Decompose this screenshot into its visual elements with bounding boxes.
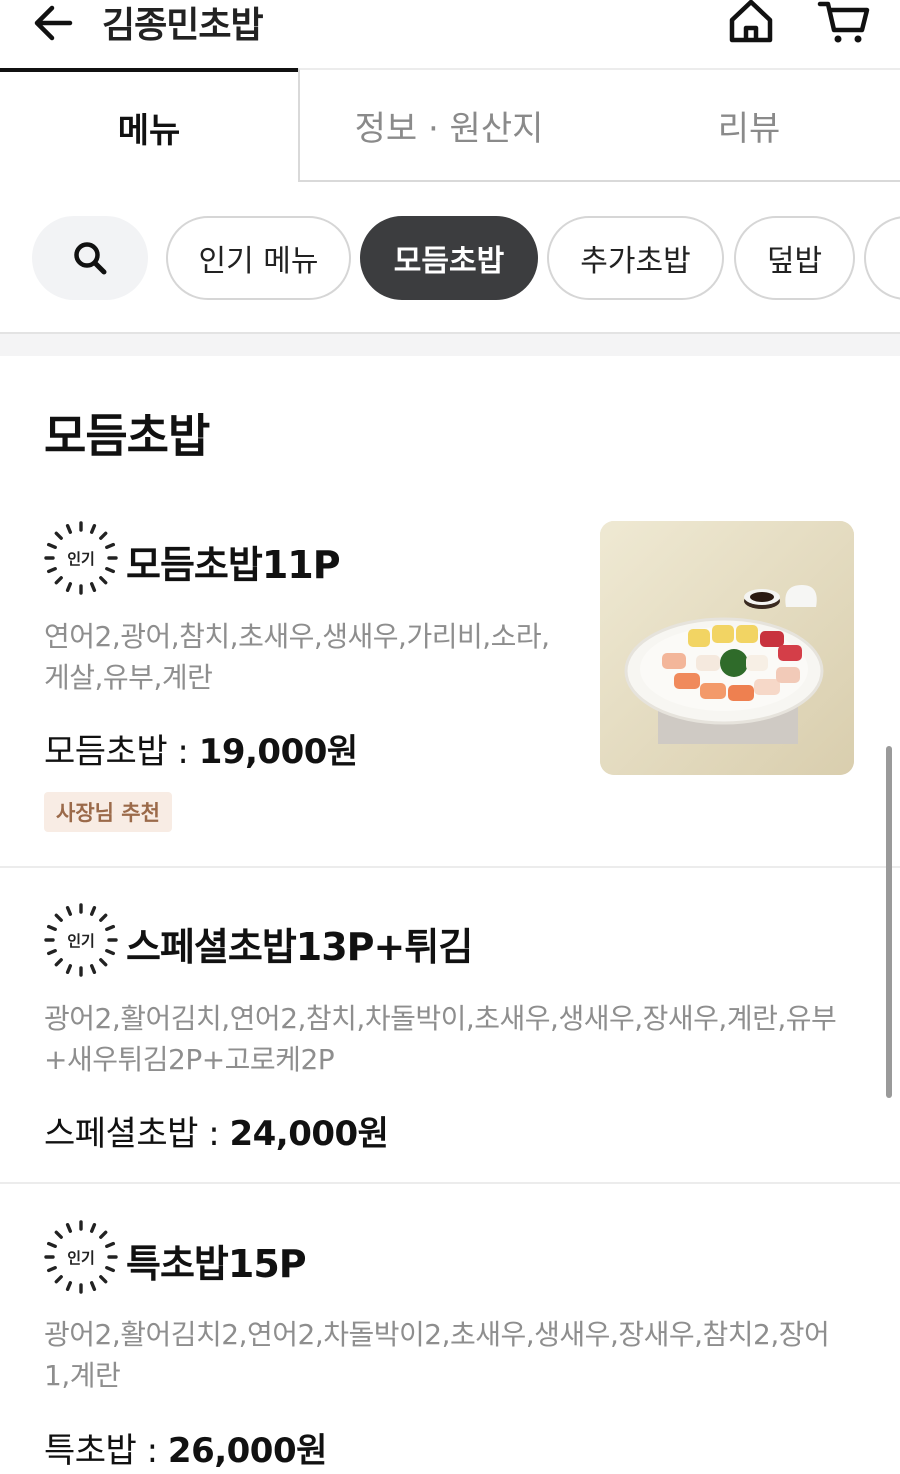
home-icon: [729, 0, 773, 43]
top-app-bar: 김종민초밥: [0, 0, 900, 68]
back-button[interactable]: [30, 0, 80, 46]
menu-search-button[interactable]: [32, 216, 148, 300]
menu-item-description: 연어2,광어,참치,초새우,생새우,가리비,소라,게살,유부,계란: [44, 620, 550, 694]
section-separator: [0, 334, 900, 356]
menu-item-price: 특초밥 : 26,000원: [44, 1423, 327, 1472]
chip-popular-menu[interactable]: 인기 메뉴: [166, 216, 351, 300]
menu-item-price: 모듬초밥 : 19,000원: [44, 724, 358, 773]
cart-icon: [817, 1, 870, 43]
item-divider: [0, 866, 900, 868]
section-title: 모듬초밥: [44, 409, 210, 463]
chip-next-category[interactable]: [864, 216, 900, 300]
menu-item-name: 스페셜초밥13P+튀김: [126, 925, 473, 969]
menu-item-price: 스페셜초밥 : 24,000원: [44, 1106, 389, 1155]
chip-rice-bowl[interactable]: 덮밥: [734, 216, 855, 300]
menu-item-name: 모듬초밥11P: [126, 543, 341, 587]
badge-label: 인기: [67, 1249, 95, 1267]
menu-item-description: 광어2,활어김치2,연어2,차돌박이2,초새우,생새우,장새우,참치2,장어1,…: [44, 1318, 830, 1392]
tab-menu[interactable]: 메뉴: [0, 68, 298, 182]
store-title: 김종민초밥: [102, 5, 264, 46]
badge-label: 인기: [67, 932, 95, 950]
menu-item-name: 특초밥15P: [126, 1242, 307, 1286]
search-icon: [74, 242, 107, 275]
price-amount: 26,000원: [167, 1431, 327, 1471]
home-button[interactable]: [726, 0, 776, 46]
cart-button[interactable]: [816, 0, 872, 46]
menu-item-description: 광어2,활어김치,연어2,참치,차돌박이,초새우,생새우,장새우,계란,유부+새…: [44, 1002, 837, 1076]
chip-extra-sushi[interactable]: 추가초밥: [547, 216, 724, 300]
item-divider: [0, 1182, 900, 1184]
price-label: 특초밥 :: [44, 1431, 168, 1471]
price-label: 스페셜초밥 :: [44, 1114, 230, 1154]
store-tabs: 메뉴 정보 · 원산지 리뷰: [0, 68, 900, 182]
badge-label: 인기: [67, 550, 95, 568]
menu-item-photo[interactable]: [600, 521, 854, 775]
category-chip-bar[interactable]: 인기 메뉴 모듬초밥 추가초밥 덮밥: [0, 182, 900, 334]
tab-review[interactable]: 리뷰: [598, 68, 900, 182]
price-label: 모듬초밥 :: [44, 732, 199, 772]
price-amount: 19,000원: [198, 732, 358, 772]
sushi-platter-image: [600, 521, 854, 775]
scrollbar[interactable]: [886, 746, 892, 1098]
popular-badge-icon: 인기: [44, 521, 118, 595]
arrow-left-icon: [34, 5, 73, 41]
popular-badge-icon: 인기: [44, 1220, 118, 1294]
popular-badge-icon: 인기: [44, 903, 118, 977]
tab-info-origin[interactable]: 정보 · 원산지: [298, 68, 598, 182]
chip-assorted-sushi[interactable]: 모듬초밥: [360, 216, 538, 300]
owner-recommend-tag: 사장님 추천: [44, 792, 172, 832]
price-amount: 24,000원: [229, 1114, 389, 1154]
